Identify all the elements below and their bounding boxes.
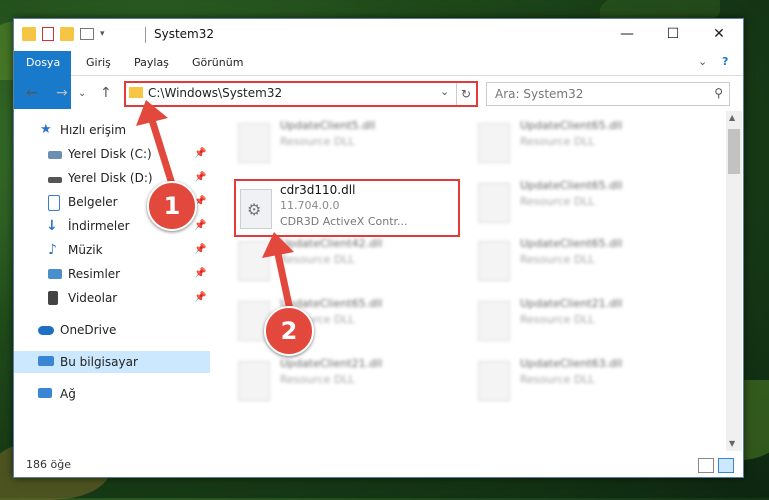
step-badge-1: 1 bbox=[147, 181, 197, 231]
arrow-1-shaft bbox=[148, 116, 176, 188]
step-badge-2: 2 bbox=[264, 306, 314, 356]
arrow-2-shaft bbox=[274, 250, 294, 314]
annotation-arrows bbox=[136, 100, 294, 314]
arrow-2-head bbox=[262, 232, 294, 258]
